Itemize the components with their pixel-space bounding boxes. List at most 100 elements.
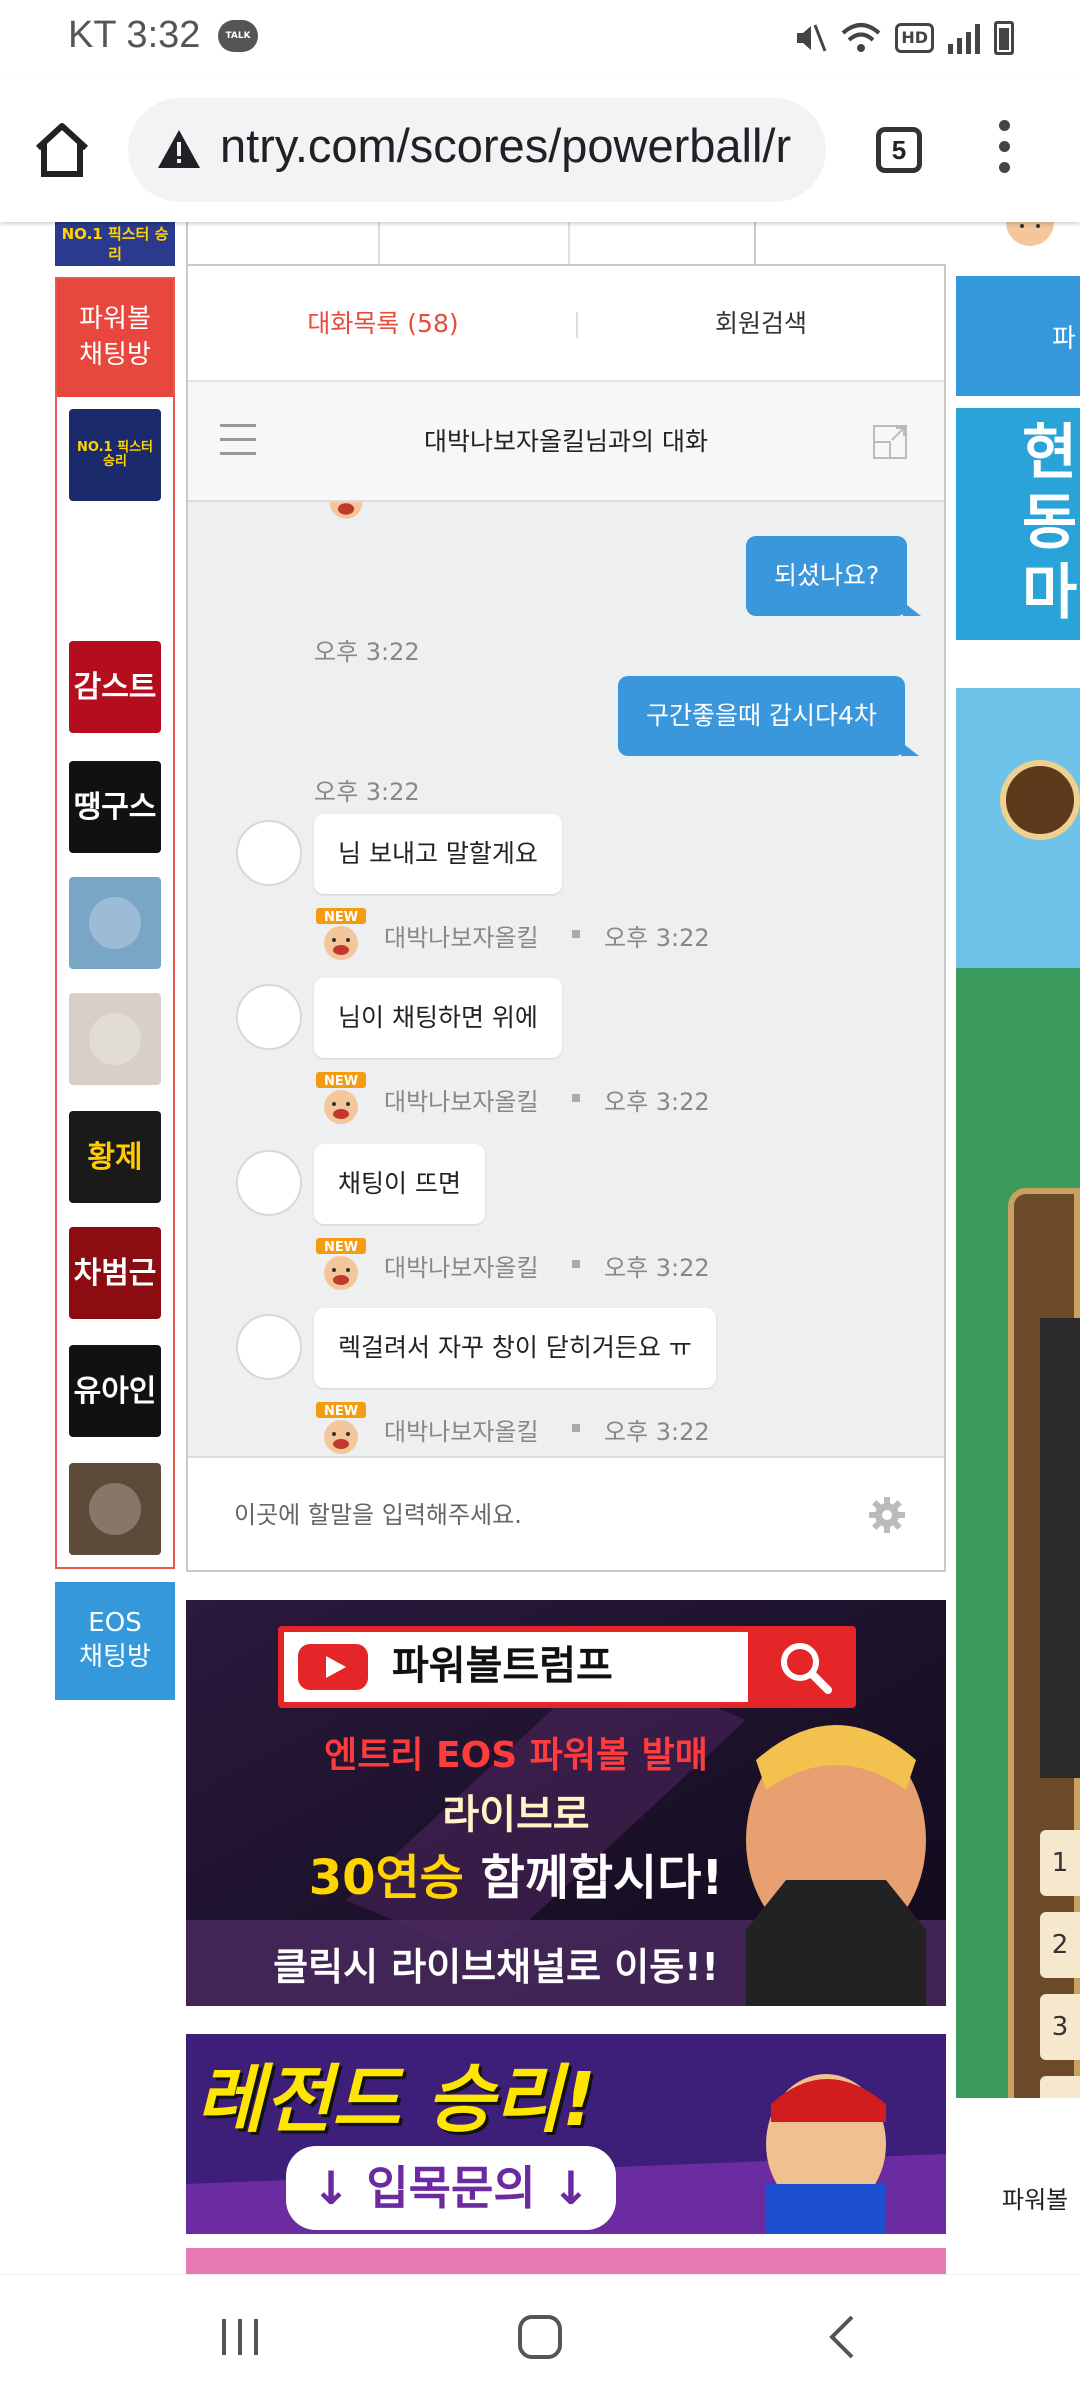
sent-message-bubble: 되셨나요? — [746, 536, 922, 616]
warning-icon[interactable] — [156, 128, 202, 170]
received-message-bubble: 렉걸려서 자꾸 창이 닫히거든요 ㅠ — [314, 1308, 716, 1388]
right-number-button[interactable]: 4 — [1040, 2076, 1080, 2098]
eos-room-line1: EOS — [88, 1608, 142, 1638]
chatroom-host-thumb[interactable] — [69, 877, 161, 969]
sender-avatar[interactable] — [236, 984, 302, 1050]
ad2-subline: ↓ 입목문의 ↓ — [286, 2146, 616, 2230]
sender-avatar[interactable] — [236, 1314, 302, 1380]
chatroom-host-thumb[interactable] — [69, 993, 161, 1085]
eos-room-line2: 채팅방 — [79, 1642, 151, 1672]
right-game-panel: 1 2 3 4 — [956, 688, 1080, 2098]
tab-member-search[interactable]: 회원검색 — [578, 266, 944, 382]
chatroom-host-thumb[interactable]: 땡구스 — [69, 761, 161, 853]
chatroom-host-label: 황제 — [87, 1139, 143, 1175]
ad-line4: 클릭시 라이브채널로 이동!! — [273, 1945, 719, 1989]
right-sidebar: 파 현 동 마 1 2 3 4 파워볼 — [956, 222, 1080, 2274]
home-nav-icon[interactable] — [516, 2313, 564, 2361]
message-time: 오후 3:22 — [604, 1418, 710, 1446]
phone-screen: { "status_bar": { "time": "KT 3:32", "ta… — [0, 0, 1080, 2400]
chatroom-host-thumb[interactable]: 황제 — [69, 1111, 161, 1203]
message-meta: NEW 대박나보자올킬 오후 3:22 — [314, 1402, 714, 1456]
sender-nickname[interactable]: 대박나보자올킬 — [384, 1412, 539, 1447]
legend-win-ad[interactable]: 레전드 승리! ↓ 입목문의 ↓ — [186, 2034, 946, 2234]
svg-text:NEW: NEW — [324, 1074, 358, 1089]
chatroom-host-thumb[interactable]: NO.1 픽스터 승리 — [69, 409, 161, 501]
powerball-chatroom-title[interactable]: 파워볼 채팅방 — [57, 279, 173, 397]
chatroom-host-image — [89, 1483, 141, 1535]
score-table-fragment — [186, 222, 756, 266]
url-text[interactable]: ntry.com/scores/powerball/r — [220, 118, 791, 173]
right-number-button[interactable]: 3 — [1040, 1994, 1080, 2060]
ad-search-box: 파워볼트럼프 — [278, 1626, 856, 1708]
message-list[interactable]: 되셨나요? 오후 3:22 구간좋을때 갑시다4차 오후 3:22 님 보내고 … — [188, 502, 944, 1456]
ad-line3-rest: 함께합시다! — [480, 1850, 724, 1906]
chatroom-host-image — [89, 1013, 141, 1065]
received-message-bubble: 님이 채팅하면 위에 — [314, 978, 562, 1058]
hd-voice-icon: HD — [895, 23, 934, 53]
right-tab-label: 파 — [1052, 324, 1076, 354]
kakaotalk-notification-icon: TALK — [218, 20, 258, 52]
browser-toolbar: ntry.com/scores/powerball/r 5 — [0, 76, 1080, 222]
message-time: 오후 3:22 — [314, 638, 420, 666]
chatroom-host-image — [89, 545, 141, 597]
conversation-header: 대박나보자올킬님과의 대화 — [188, 382, 944, 502]
hamburger-menu-icon[interactable] — [220, 424, 256, 460]
svg-text:NEW: NEW — [324, 1404, 358, 1419]
sender-avatar[interactable] — [236, 1150, 302, 1216]
conversation-title: 대박나보자올킬님과의 대화 — [424, 427, 708, 456]
message-time: 오후 3:22 — [604, 1088, 710, 1116]
right-number-button[interactable]: 2 — [1040, 1912, 1080, 1978]
chatroom-host-thumb[interactable]: 감스트 — [69, 641, 161, 733]
new-user-face-icon: NEW — [316, 1402, 366, 1454]
trump-powerball-ad[interactable]: 파워볼트럼프 엔트리 EOS 파워볼 발매 라이브로 30연승 함께합시다! 클… — [186, 1600, 946, 2006]
chatroom-host-image — [89, 897, 141, 949]
meta-dot — [572, 1260, 580, 1268]
sender-nickname[interactable]: 대박나보자올킬 — [384, 1248, 539, 1283]
web-page: NO.1 픽스터 승리 파워볼 채팅방 NO.1 픽스터 승리감스트땡구스황제차… — [0, 222, 1080, 2274]
message-meta: NEW 대박나보자올킬 오후 3:22 — [314, 908, 714, 962]
sender-nickname[interactable]: 대박나보자올킬 — [384, 1082, 539, 1117]
more-menu-icon[interactable] — [992, 120, 1016, 184]
sender-nickname[interactable]: 대박나보자올킬 — [384, 918, 539, 953]
chatroom-host-thumb[interactable] — [69, 1463, 161, 1555]
message-time: 오후 3:22 — [604, 924, 710, 952]
address-bar[interactable]: ntry.com/scores/powerball/r — [128, 98, 826, 202]
ad2-headline: 레전드 승리! — [196, 2057, 596, 2143]
chatroom-host-thumb[interactable]: 차범근 — [69, 1227, 161, 1319]
new-user-face-icon: NEW — [316, 1072, 366, 1124]
sender-avatar[interactable] — [236, 820, 302, 886]
message-time: 오후 3:22 — [314, 778, 420, 806]
meta-dot — [572, 930, 580, 938]
eos-chatroom-button[interactable]: EOS 채팅방 — [55, 1582, 175, 1700]
right-tab[interactable]: 파 — [956, 276, 1080, 396]
ad-search-text: 파워볼트럼프 — [392, 1643, 613, 1689]
sent-message-bubble: 구간좋을때 갑시다4차 — [618, 676, 919, 756]
user-face-icon — [329, 502, 363, 519]
message-input[interactable]: 이곳에 할말을 입력해주세요. — [234, 1458, 522, 1572]
home-icon[interactable] — [30, 118, 94, 182]
tab-chat-list[interactable]: 대화목록 (58) — [188, 266, 578, 382]
pickster-logo[interactable]: NO.1 픽스터 승리 — [55, 222, 175, 266]
right-ad[interactable]: 현 동 마 — [956, 408, 1080, 640]
right-bottom-label[interactable]: 파워볼 — [1002, 2180, 1068, 2215]
chatroom-host-label: NO.1 픽스터 승리 — [76, 439, 154, 469]
youtube-icon — [298, 1644, 368, 1690]
chatroom-host-label: 감스트 — [73, 669, 157, 705]
tab-switcher-button[interactable]: 5 — [876, 127, 922, 173]
expand-window-icon[interactable] — [872, 424, 908, 460]
status-bar: KT 3:32 TALK HD — [0, 0, 1080, 76]
chatroom-host-thumb[interactable]: 유아인 — [69, 1345, 161, 1437]
ad-line3-highlight: 30연승 — [308, 1850, 464, 1906]
chatroom-host-thumb[interactable] — [69, 525, 161, 617]
search-icon — [781, 1643, 832, 1694]
right-ad-text: 현 동 마 — [1022, 418, 1078, 628]
gear-icon[interactable] — [868, 1496, 906, 1534]
message-time: 오후 3:22 — [604, 1254, 710, 1282]
recent-apps-icon[interactable] — [218, 2315, 262, 2359]
ad-line3: 30연승 함께합시다! — [256, 1838, 776, 1908]
pink-ad-banner[interactable] — [186, 2248, 946, 2274]
message-meta: NEW 대박나보자올킬 오후 3:22 — [314, 1238, 714, 1292]
right-number-button[interactable]: 1 — [1040, 1830, 1080, 1896]
ad-line2: 라이브로 — [442, 1792, 590, 1838]
back-icon[interactable] — [822, 2313, 862, 2361]
